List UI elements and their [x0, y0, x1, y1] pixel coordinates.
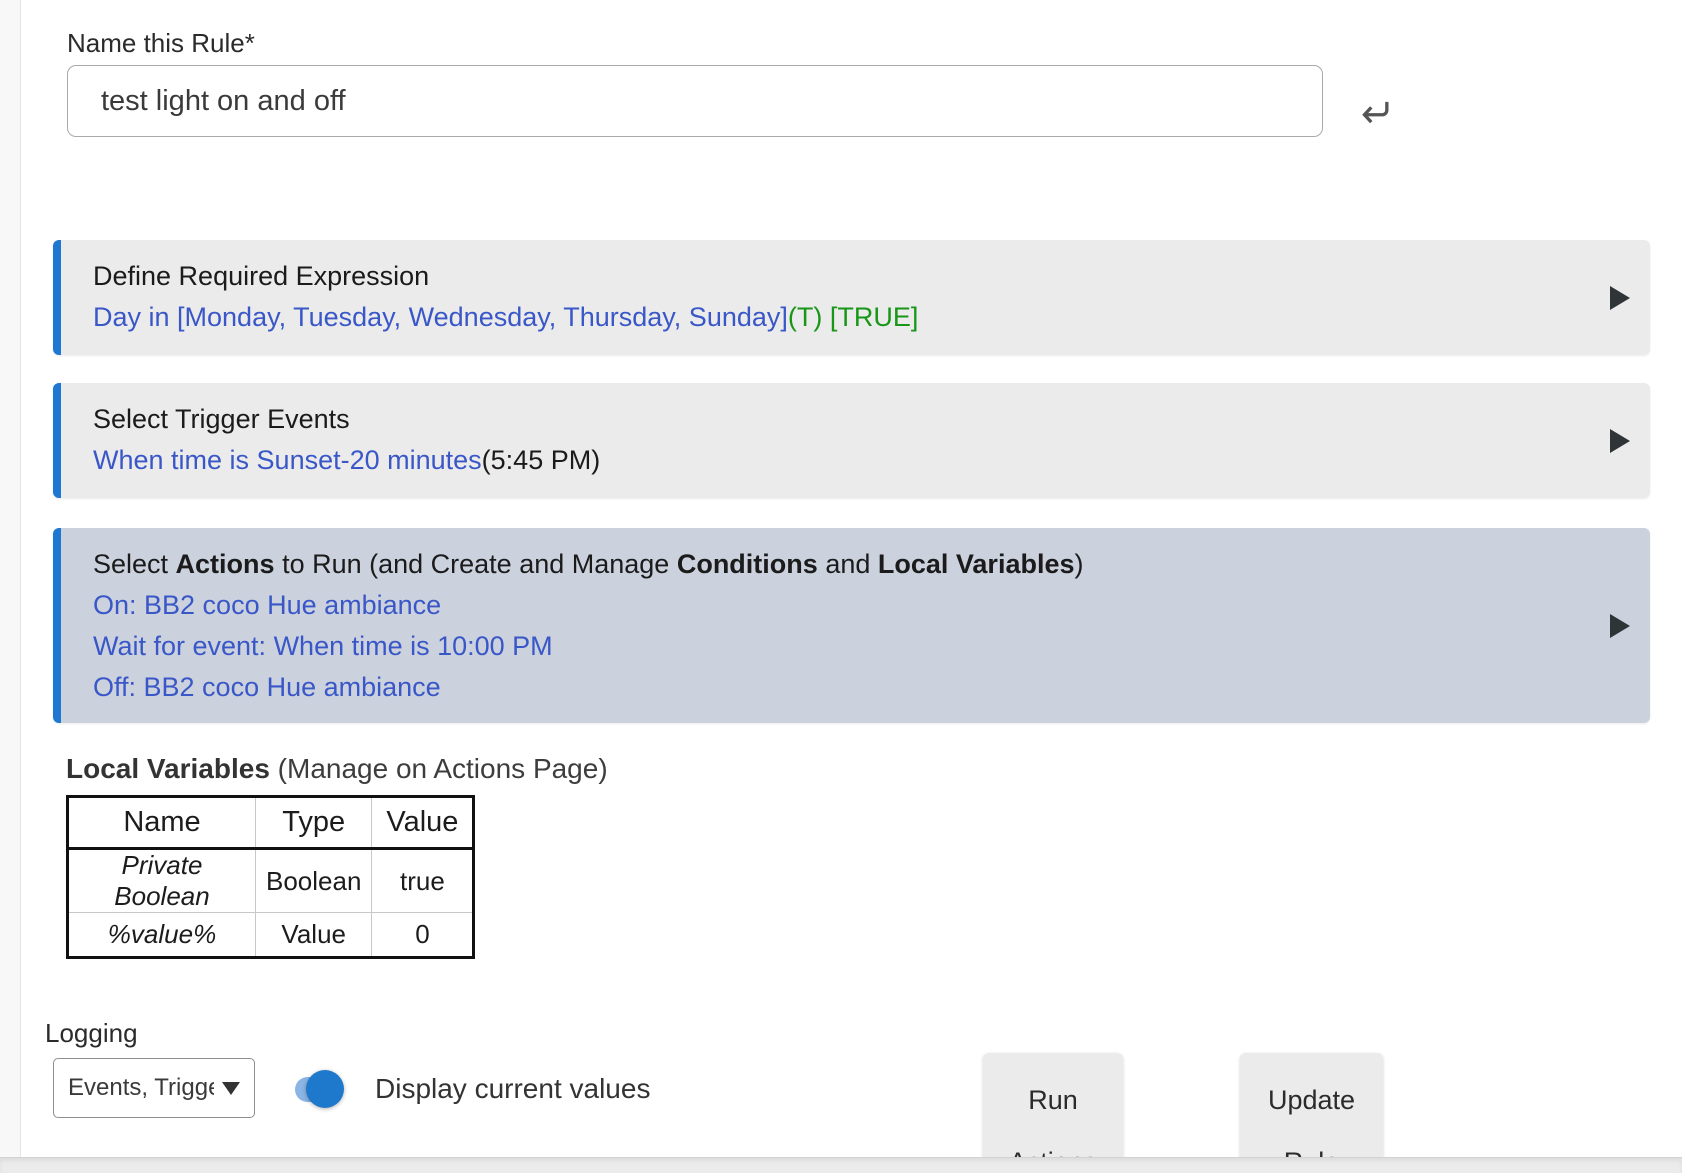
variable-name: Private Boolean — [68, 849, 256, 913]
table-row: %value% Value 0 — [68, 913, 474, 958]
column-header-name: Name — [68, 797, 256, 849]
variable-value: 0 — [372, 913, 474, 958]
variable-type: Value — [256, 913, 372, 958]
variable-name: %value% — [68, 913, 256, 958]
action-line: Off: BB2 coco Hue ambiance — [93, 667, 1590, 708]
expand-arrow-icon[interactable] — [1610, 614, 1630, 638]
actions-panel[interactable]: Select Actions to Run (and Create and Ma… — [53, 528, 1650, 723]
return-icon[interactable] — [1352, 90, 1396, 134]
rule-name-input[interactable] — [67, 65, 1323, 137]
table-header-row: Name Type Value — [68, 797, 474, 849]
variable-type: Boolean — [256, 849, 372, 913]
action-line: Wait for event: When time is 10:00 PM — [93, 626, 1590, 667]
display-current-values-label: Display current values — [375, 1073, 650, 1105]
logging-selected-option: Events, Triggers, Actio... — [68, 1074, 214, 1102]
column-header-type: Type — [256, 797, 372, 849]
required-expression-title: Define Required Expression — [93, 256, 1590, 297]
bottom-edge-strip — [0, 1157, 1682, 1173]
expand-arrow-icon[interactable] — [1610, 286, 1630, 310]
local-variables-table: Name Type Value Private Boolean Boolean … — [66, 795, 475, 959]
rule-machine-page: Name this Rule* Define Required Expressi… — [0, 0, 1682, 1173]
trigger-events-panel[interactable]: Select Trigger Events When time is Sunse… — [53, 383, 1650, 498]
run-actions-button[interactable]: Run Actions — [983, 1053, 1123, 1173]
local-variables-heading: Local Variables (Manage on Actions Page) — [66, 753, 608, 785]
required-expression-panel[interactable]: Define Required Expression Day in [Monda… — [53, 240, 1650, 355]
caret-down-icon — [222, 1082, 240, 1095]
page-left-gutter — [0, 0, 21, 1173]
variable-value: true — [372, 849, 474, 913]
rule-name-label: Name this Rule* — [67, 28, 255, 59]
actions-panel-title: Select Actions to Run (and Create and Ma… — [93, 544, 1590, 585]
display-current-values-toggle[interactable] — [295, 1064, 345, 1114]
action-line: On: BB2 coco Hue ambiance — [93, 585, 1590, 626]
expand-arrow-icon[interactable] — [1610, 429, 1630, 453]
logging-label: Logging — [45, 1018, 138, 1049]
trigger-events-summary: When time is Sunset-20 minutes(5:45 PM) — [93, 440, 1590, 481]
table-row: Private Boolean Boolean true — [68, 849, 474, 913]
trigger-events-title: Select Trigger Events — [93, 399, 1590, 440]
column-header-value: Value — [372, 797, 474, 849]
required-expression-summary: Day in [Monday, Tuesday, Wednesday, Thur… — [93, 297, 1590, 338]
update-rule-button[interactable]: Update Rule — [1240, 1053, 1383, 1173]
toggle-knob — [306, 1070, 344, 1108]
logging-select[interactable]: Events, Triggers, Actio... — [53, 1058, 255, 1118]
